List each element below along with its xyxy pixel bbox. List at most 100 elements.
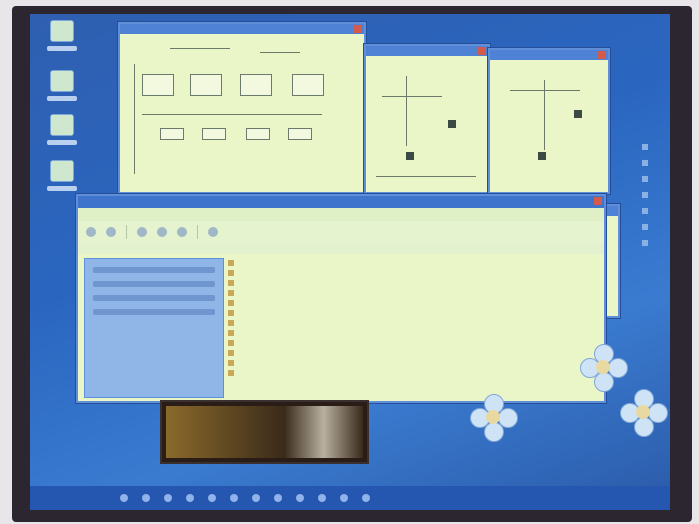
schematic-window[interactable] <box>364 44 490 194</box>
schematic-block <box>142 74 174 96</box>
file-list <box>228 258 596 396</box>
schematic-wire <box>406 76 407 146</box>
file-icon <box>228 270 234 276</box>
file-name <box>228 310 358 317</box>
file-icon <box>228 370 234 376</box>
file-row[interactable] <box>228 258 596 268</box>
file-icon <box>228 290 234 296</box>
file-name <box>228 370 358 377</box>
recycle-bin-icon[interactable] <box>42 160 82 198</box>
file-name <box>228 360 358 367</box>
schematic-block <box>288 128 312 140</box>
file-row[interactable] <box>228 278 596 288</box>
file-name <box>228 280 358 287</box>
task-pane-item[interactable] <box>93 309 215 315</box>
taskbar-icon[interactable] <box>120 494 128 502</box>
schematic-wire <box>260 52 300 53</box>
close-icon[interactable] <box>594 197 602 205</box>
task-pane-item[interactable] <box>93 295 215 301</box>
task-pane-item[interactable] <box>93 281 215 287</box>
schematic-wire <box>510 90 580 91</box>
file-row[interactable] <box>228 348 596 358</box>
schematic-wire <box>376 176 476 177</box>
taskbar-icon[interactable] <box>362 494 370 502</box>
schematic-block <box>240 74 272 96</box>
taskbar-icon[interactable] <box>318 494 326 502</box>
video-preview[interactable] <box>160 400 369 464</box>
views-icon[interactable] <box>208 227 218 237</box>
folders-icon[interactable] <box>177 227 187 237</box>
close-icon[interactable] <box>354 25 362 33</box>
taskbar <box>30 486 670 510</box>
toolbar-divider <box>126 225 127 239</box>
taskbar-icon[interactable] <box>296 494 304 502</box>
search-icon[interactable] <box>157 227 167 237</box>
toolbar-divider <box>197 225 198 239</box>
task-pane-item[interactable] <box>93 267 215 273</box>
file-row[interactable] <box>228 368 596 378</box>
network-icon[interactable] <box>42 114 82 152</box>
documents-icon[interactable] <box>42 70 82 108</box>
file-explorer-window[interactable] <box>76 194 606 403</box>
file-row[interactable] <box>228 308 596 318</box>
menu-bar <box>78 208 604 221</box>
schematic-wire <box>382 96 442 97</box>
file-row[interactable] <box>228 318 596 328</box>
schematic-wire <box>544 80 545 150</box>
taskbar-icon[interactable] <box>230 494 238 502</box>
schematic-block <box>190 74 222 96</box>
file-icon <box>228 260 234 266</box>
file-icon <box>228 280 234 286</box>
taskbar-icon[interactable] <box>164 494 172 502</box>
schematic-window[interactable] <box>118 22 366 194</box>
up-folder-icon[interactable] <box>137 227 147 237</box>
schematic-block <box>246 128 270 140</box>
toolbar <box>78 221 604 243</box>
desktop-screen <box>30 14 670 510</box>
taskbar-icon[interactable] <box>274 494 282 502</box>
back-icon[interactable] <box>86 227 96 237</box>
taskbar-icon[interactable] <box>208 494 216 502</box>
file-name <box>228 350 358 357</box>
window-titlebar[interactable] <box>366 46 488 56</box>
schematic-block <box>202 128 226 140</box>
close-icon[interactable] <box>598 51 606 59</box>
file-icon <box>228 360 234 366</box>
file-name <box>228 300 358 307</box>
flower-decoration <box>470 394 518 442</box>
address-bar[interactable] <box>78 243 604 254</box>
taskbar-icon[interactable] <box>186 494 194 502</box>
taskbar-icon[interactable] <box>340 494 348 502</box>
file-row[interactable] <box>228 298 596 308</box>
file-name <box>228 340 358 347</box>
schematic-window[interactable] <box>488 48 610 194</box>
close-icon[interactable] <box>478 47 486 55</box>
computer-icon[interactable] <box>42 20 82 58</box>
file-row[interactable] <box>228 358 596 368</box>
task-pane <box>84 258 224 398</box>
schematic-node <box>406 152 414 160</box>
window-titlebar[interactable] <box>490 50 608 60</box>
taskbar-icon[interactable] <box>142 494 150 502</box>
window-titlebar[interactable] <box>78 196 604 208</box>
file-icon <box>228 310 234 316</box>
file-row[interactable] <box>228 328 596 338</box>
schematic-node <box>574 110 582 118</box>
schematic-block <box>292 74 324 96</box>
schematic-wire <box>170 48 230 49</box>
file-icon <box>228 300 234 306</box>
window-titlebar[interactable] <box>120 24 364 34</box>
file-name <box>228 320 358 327</box>
file-row[interactable] <box>228 268 596 278</box>
forward-icon[interactable] <box>106 227 116 237</box>
sidebar-gadget <box>642 144 652 274</box>
file-row[interactable] <box>228 338 596 348</box>
schematic-wire <box>134 64 135 174</box>
file-icon <box>228 320 234 326</box>
video-frame <box>166 406 363 458</box>
schematic-wire <box>142 114 322 115</box>
schematic-node <box>538 152 546 160</box>
taskbar-icon[interactable] <box>252 494 260 502</box>
file-row[interactable] <box>228 288 596 298</box>
file-name <box>228 330 358 337</box>
